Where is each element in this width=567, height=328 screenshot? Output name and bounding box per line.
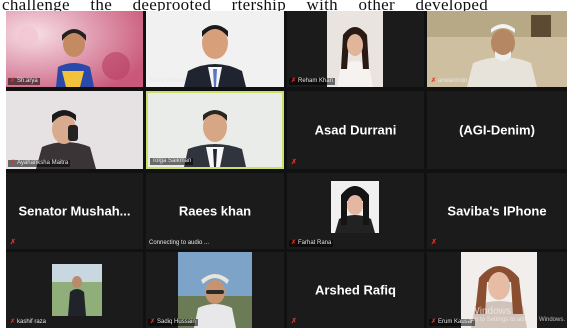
video-tile-kashif-raza[interactable]: ✗ kashif raza	[6, 252, 143, 328]
participant-name: ✗ anwarmoin	[431, 78, 468, 84]
participant-video	[6, 11, 143, 87]
watermark-subtitle: Go to Settings to activate Windows.	[470, 317, 565, 323]
video-tile-tolga-saikman[interactable]: Tolga Saikman	[146, 91, 284, 169]
video-tile-anwarmoin[interactable]: ✗ anwarmoin	[427, 11, 567, 87]
video-tile-sadiq-hussain[interactable]: ✗ Sadiq Hussain	[146, 252, 284, 328]
participant-name: ✗ Farhat Rana	[289, 240, 334, 247]
participant-video	[427, 11, 567, 87]
participant-name: Munir Ahmed	[150, 78, 186, 84]
participant-photo	[287, 173, 424, 249]
connecting-status: Connecting to audio ...	[149, 240, 210, 246]
mic-muted-icon: ✗	[291, 78, 297, 84]
video-tile-arshed-rafiq[interactable]: Arshed Rafiq ✗	[287, 252, 424, 328]
mic-muted-icon: ✗	[291, 318, 297, 325]
video-tile-erum-kausar[interactable]: ✗ Erum Kausar Windows Go to Settings to a…	[427, 252, 567, 328]
mic-muted-icon: ✗	[431, 239, 437, 246]
watermark-title: Windows	[470, 306, 511, 317]
video-tile-ayahanksha-maitra[interactable]: ✗ Ayahanksha Maitra	[6, 91, 143, 169]
participant-name: ✗ Sadiq Hussain	[148, 319, 198, 326]
participant-name: Tolga Saikman	[150, 158, 194, 165]
video-grid: ✗ Sh.arya Munir Ahmed ✗ Reham Khan ✗ anw…	[6, 11, 567, 328]
mic-muted-icon: ✗	[431, 78, 437, 84]
participant-name: ✗ Ayahanksha Maitra	[8, 160, 71, 167]
mic-muted-icon: ✗	[10, 239, 16, 246]
participant-name: ✗ Sh.arya	[8, 78, 40, 85]
participant-name-large: (AGI-Denim)	[459, 122, 535, 138]
participant-video	[146, 11, 284, 87]
mic-muted-icon: ✗	[431, 319, 437, 325]
participant-video	[148, 93, 282, 167]
windows-activation-watermark: Windows Go to Settings to activate Windo…	[470, 306, 565, 324]
video-tile-saviba-iphone[interactable]: Saviba's IPhone ✗	[427, 173, 567, 249]
participant-video	[6, 91, 143, 169]
participant-name-large: Senator Mushah...	[18, 203, 131, 219]
video-tile-senator-mushahid[interactable]: Senator Mushah... ✗	[6, 173, 143, 249]
video-tile-munir-ahmed[interactable]: Munir Ahmed	[146, 11, 284, 87]
mic-muted-icon: ✗	[10, 160, 16, 166]
mic-muted-icon: ✗	[150, 319, 156, 325]
mic-muted-icon: ✗	[291, 159, 297, 166]
participant-name: ✗ Reham Khan	[289, 78, 336, 85]
participant-name-large: Arshed Rafiq	[315, 282, 396, 298]
video-tile-reham-khan[interactable]: ✗ Reham Khan	[287, 11, 424, 87]
participant-name-large: Raees khan	[178, 203, 252, 219]
video-tile-agi-denim[interactable]: (AGI-Denim)	[427, 91, 567, 169]
participant-photo	[146, 252, 284, 328]
mic-muted-icon: ✗	[10, 78, 16, 84]
video-tile-sharya[interactable]: ✗ Sh.arya	[6, 11, 143, 87]
participant-name: ✗ Erum Kausar	[429, 319, 476, 326]
mic-muted-icon: ✗	[291, 240, 297, 246]
participant-name-large: Saviba's IPhone	[447, 203, 547, 219]
video-tile-asad-durrani[interactable]: Asad Durrani ✗	[287, 91, 424, 169]
participant-name-large: Asad Durrani	[314, 122, 397, 138]
mic-muted-icon: ✗	[10, 319, 16, 325]
video-tile-raees-khan[interactable]: Raees khan Connecting to audio ...	[146, 173, 284, 249]
participant-photo	[6, 252, 143, 328]
video-tile-farhat-rana[interactable]: ✗ Farhat Rana	[287, 173, 424, 249]
participant-name: ✗ kashif raza	[10, 319, 47, 325]
participant-video	[287, 11, 424, 87]
